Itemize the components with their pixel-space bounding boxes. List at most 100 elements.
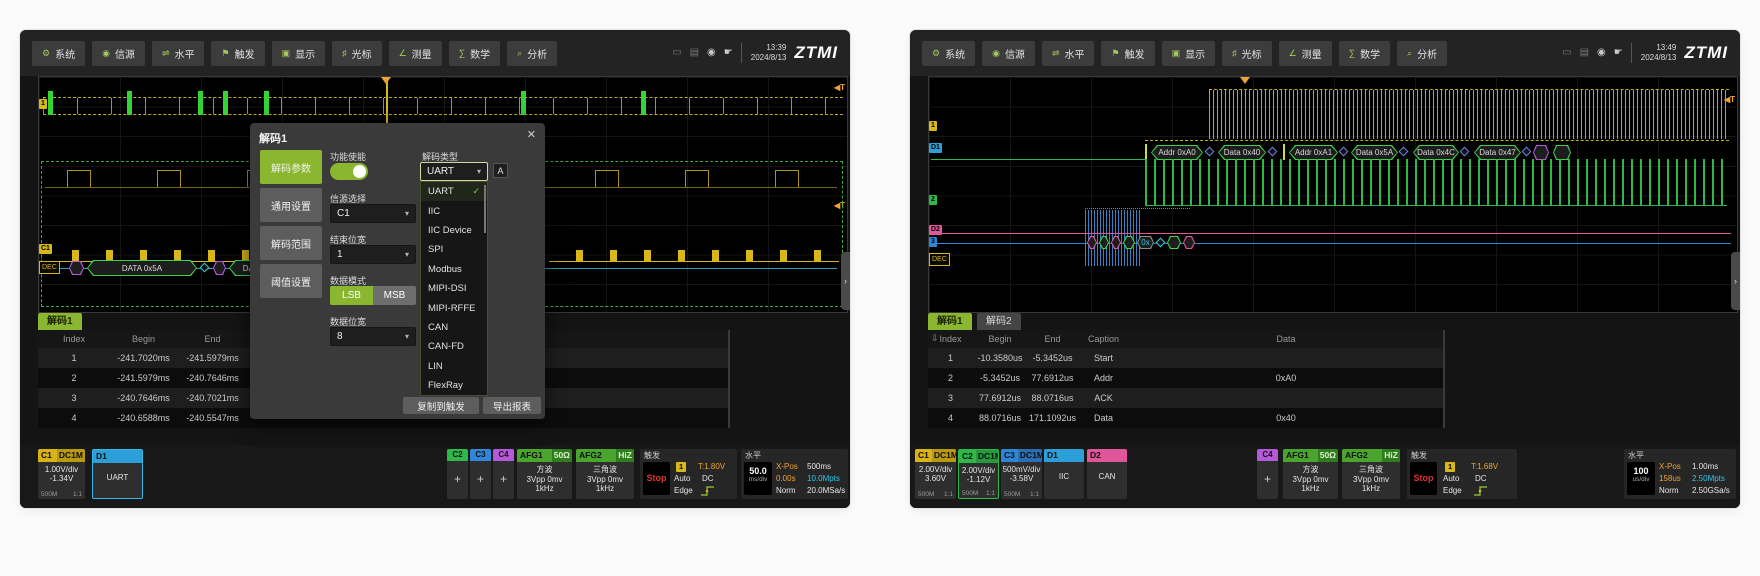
decode-track-label[interactable]: DEC	[929, 253, 950, 266]
decode-track-label[interactable]: DEC	[39, 261, 60, 274]
channel-d1[interactable]: D1 IIC	[1044, 449, 1084, 499]
c3-position-marker[interactable]: 3	[929, 237, 937, 247]
touch-icon[interactable]: ☛	[724, 48, 733, 58]
menu-button[interactable]: ⌕ 分析	[507, 41, 557, 66]
d1-position-marker[interactable]: D1	[929, 143, 942, 153]
channel-c1[interactable]: C1DC1M 1.00V/div -1.34V 500M1:1	[38, 449, 85, 499]
dialog-tab-threshold[interactable]: 阈值设置	[260, 264, 322, 298]
msb-button[interactable]: MSB	[373, 286, 416, 305]
menu-button[interactable]: ♯ 光标	[332, 41, 382, 66]
channel-c4-collapsed[interactable]: C4 +	[1257, 449, 1278, 499]
protocol-option[interactable]: UART	[421, 182, 487, 201]
menu-button[interactable]: ⇌ 水平	[1042, 41, 1095, 66]
side-panel-handle[interactable]: ›	[841, 252, 850, 310]
afg1-block[interactable]: AFG150Ω 方波 3Vpp 0mv 1kHz	[517, 449, 572, 499]
storage-icon[interactable]: ▤	[1580, 48, 1589, 58]
trigger-position-icon[interactable]	[1240, 77, 1250, 84]
protocol-option[interactable]: IIC Device	[421, 221, 487, 240]
menu-button[interactable]: ∑ 数学	[449, 41, 500, 66]
menu-button[interactable]: ⚙ 系统	[32, 41, 85, 66]
menu-button[interactable]: ◉ 信源	[92, 41, 145, 66]
protocol-option[interactable]: Modbus	[421, 260, 487, 279]
c1-position-marker[interactable]: 1	[929, 121, 937, 131]
table-row[interactable]: 4 88.0716us 171.1092us Data 0x40	[928, 408, 1443, 428]
copy-to-trigger-button[interactable]: 复制到触发	[403, 397, 479, 414]
trigger-level-marker[interactable]: ◀T	[1724, 95, 1735, 104]
touch-icon[interactable]: ☛	[1614, 48, 1623, 58]
decode-tab-1[interactable]: 解码1	[928, 313, 972, 330]
menu-button[interactable]: ∑ 数学	[1339, 41, 1390, 66]
protocol-option[interactable]: IIC	[421, 201, 487, 220]
menu-button[interactable]: ⚑ 触发	[211, 41, 264, 66]
message-icon[interactable]: ▭	[1562, 48, 1571, 58]
protocol-option[interactable]: MIPI-RFFE	[421, 298, 487, 317]
trigger-status-section[interactable]: 触发 Stop 1 Auto Edge T:1.80V DC	[640, 449, 737, 499]
horizontal-status-section[interactable]: 水平 50.0 ms/div X-Pos 0.00s Norm 500ms 10…	[741, 449, 848, 499]
menu-button[interactable]: ◉ 信源	[982, 41, 1035, 66]
end-bits-select[interactable]: 1	[330, 245, 416, 264]
export-icon[interactable]: ⇩	[931, 333, 939, 344]
source-select[interactable]: C1	[330, 204, 416, 223]
menu-button[interactable]: ⇌ 水平	[152, 41, 205, 66]
trigger-position-icon[interactable]	[381, 77, 391, 84]
decode-tab-2[interactable]: 解码2	[977, 313, 1021, 330]
enable-toggle[interactable]	[330, 163, 368, 180]
network-icon[interactable]: ◉	[1597, 48, 1606, 58]
table-row[interactable]: 2 -5.3452us 77.6912us Addr 0xA0	[928, 368, 1443, 388]
menu-button[interactable]: ∠ 测量	[1279, 41, 1332, 66]
channel-d1[interactable]: D1 UART	[92, 449, 143, 499]
protocol-option[interactable]: MIPI-DSI	[421, 279, 487, 298]
menu-button[interactable]: ∠ 测量	[389, 41, 442, 66]
d2-position-marker[interactable]: D2	[929, 225, 942, 235]
channel-c1[interactable]: C1DC1M 2.00V/div 3.60V 500M1:1	[915, 449, 956, 499]
channel-c4-collapsed[interactable]: C4 +	[493, 449, 514, 499]
data-bits-select[interactable]: 8	[330, 327, 416, 346]
menu-button[interactable]: ▣ 显示	[272, 41, 326, 66]
decode-type-select[interactable]: UART	[420, 162, 488, 181]
cell-begin: -5.3452us	[973, 373, 1027, 383]
c2-position-marker[interactable]: 2	[929, 195, 937, 205]
message-icon[interactable]: ▭	[672, 48, 681, 58]
channel-c3-collapsed[interactable]: C3 +	[470, 449, 491, 499]
menu-button[interactable]: ♯ 光标	[1222, 41, 1272, 66]
afg1-block[interactable]: AFG150Ω 方波 3Vpp 0mv 1kHz	[1283, 449, 1338, 499]
decode-bubble: Data 0x5A	[1351, 145, 1398, 160]
export-report-button[interactable]: 导出报表	[483, 397, 541, 414]
protocol-option[interactable]: CAN	[421, 318, 487, 337]
trigger-level-marker[interactable]: ◀T	[834, 83, 845, 92]
dialog-tab-decode-range[interactable]: 解码范围	[260, 226, 322, 260]
menu-button[interactable]: ⚙ 系统	[922, 41, 975, 66]
network-icon[interactable]: ◉	[707, 48, 716, 58]
storage-icon[interactable]: ▤	[690, 48, 699, 58]
dialog-tab-general[interactable]: 通用设置	[260, 188, 322, 222]
c1-position-marker[interactable]: C1	[39, 244, 52, 254]
overview-channel-marker[interactable]: 1	[39, 99, 47, 109]
decode-tab-1[interactable]: 解码1	[38, 313, 82, 330]
protocol-option[interactable]: CAN-FD	[421, 337, 487, 356]
keyboard-toggle-button[interactable]: A	[493, 163, 508, 178]
c1-probe: 1:1	[944, 491, 953, 498]
channel-c2[interactable]: C2DC1M 2.00V/div -1.12V 500M1:1	[958, 449, 999, 499]
afg2-block[interactable]: AFG2HiZ 三角波 3Vpp 0mv 1kHz	[1342, 449, 1400, 499]
protocol-option[interactable]: FlexRay	[421, 376, 487, 395]
c3-baseline	[931, 243, 1731, 244]
dialog-tab-decode-params[interactable]: 解码参数	[260, 150, 322, 184]
side-panel-handle[interactable]: ›	[1731, 252, 1740, 310]
channel-d2[interactable]: D2 CAN	[1087, 449, 1127, 499]
cell-end: -241.5979ms	[177, 353, 248, 363]
menu-button[interactable]: ▣ 显示	[1162, 41, 1216, 66]
channel-c3[interactable]: C3DC1M 500mV/div -3.58V 500M1:1	[1001, 449, 1042, 499]
afg2-block[interactable]: AFG2HiZ 三角波 3Vpp 0mv 1kHz	[576, 449, 634, 499]
table-row[interactable]: 3 77.6912us 88.0716us ACK	[928, 388, 1443, 408]
close-icon[interactable]: ✕	[527, 128, 536, 141]
lsb-button[interactable]: LSB	[330, 286, 373, 305]
menu-button[interactable]: ⌕ 分析	[1397, 41, 1447, 66]
channel-c2-collapsed[interactable]: C2 +	[447, 449, 468, 499]
col-header-end: End	[177, 334, 248, 344]
protocol-option[interactable]: SPI	[421, 240, 487, 259]
horizontal-status-section[interactable]: 水平 100 us/div X-Pos 158us Norm 1.00ms 2.…	[1624, 449, 1736, 499]
protocol-option[interactable]: LIN	[421, 357, 487, 376]
menu-button[interactable]: ⚑ 触发	[1101, 41, 1154, 66]
trigger-status-section[interactable]: 触发 Stop 1 Auto Edge T:1.68V DC	[1407, 449, 1517, 499]
table-row[interactable]: 1 -10.3580us -5.3452us Start	[928, 348, 1443, 368]
